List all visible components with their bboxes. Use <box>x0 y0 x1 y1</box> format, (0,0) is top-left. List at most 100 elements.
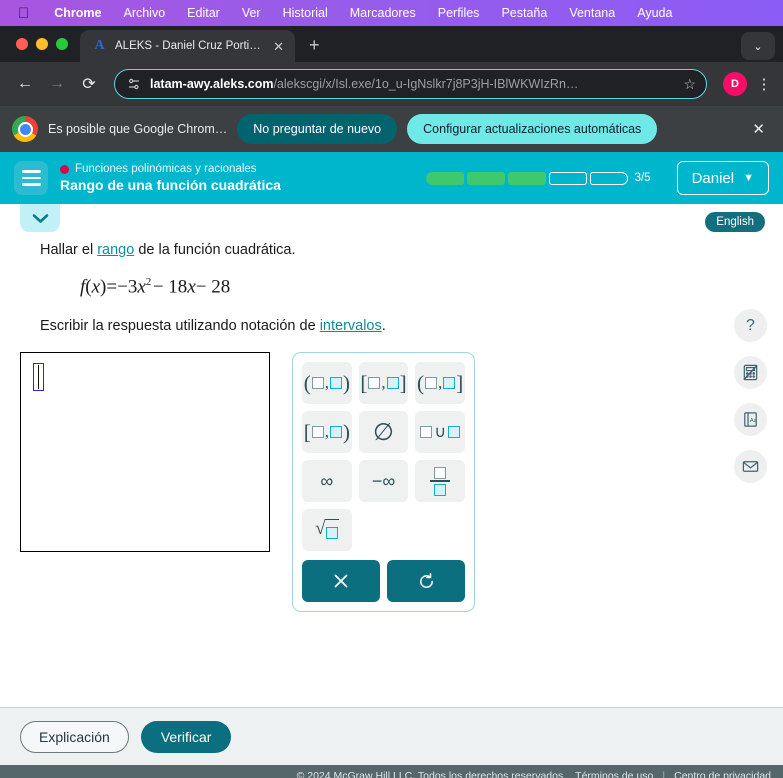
fraction-glyph <box>430 466 451 496</box>
progress-segment <box>589 171 628 185</box>
formula-term2-var: x <box>187 276 196 298</box>
apple-logo-icon[interactable]:  <box>10 6 43 21</box>
close-icon <box>334 574 348 588</box>
aleks-app: Funciones polinómicas y racionales Rango… <box>0 152 783 778</box>
site-settings-icon[interactable] <box>125 76 142 93</box>
menu-item-ayuda[interactable]: Ayuda <box>626 6 683 20</box>
profile-avatar[interactable]: D <box>723 72 747 96</box>
instruction-prefix: Escribir la respuesta utilizando notació… <box>40 318 320 335</box>
dont-ask-again-button[interactable]: No preguntar de nuevo <box>237 114 398 144</box>
close-infobar-icon[interactable]: ✕ <box>746 120 771 138</box>
closed-closed-interval-key[interactable]: [,] <box>358 362 409 405</box>
formula-term3: − 28 <box>195 276 231 298</box>
rango-link[interactable]: rango <box>97 242 134 258</box>
bookmark-star-icon[interactable]: ☆ <box>683 76 698 93</box>
copyright-text: © 2024 McGraw Hill LLC. Todos los derech… <box>296 769 567 778</box>
footer-separator: | <box>662 769 666 778</box>
browser-tab[interactable]: A ALEKS - Daniel Cruz Portillo - ✕ <box>80 30 295 62</box>
answer-input[interactable] <box>20 352 270 553</box>
progress-segment <box>466 171 505 185</box>
square-root-key[interactable]: √ <box>302 509 352 552</box>
close-tab-icon[interactable]: ✕ <box>270 38 287 55</box>
new-tab-button[interactable]: + <box>295 36 332 62</box>
formula-term1-var: x <box>137 276 146 298</box>
menu-item-chrome[interactable]: Chrome <box>43 6 112 20</box>
message-icon[interactable] <box>734 450 767 483</box>
minimize-window-button[interactable] <box>36 38 48 50</box>
instruction-line: Escribir la respuesta utilizando notació… <box>40 318 783 334</box>
help-icon[interactable]: ? <box>734 309 767 342</box>
chrome-menu-icon[interactable]: ⋮ <box>755 77 773 92</box>
answer-area: (,) [,] (,] [,) ∅ ∪ ∞ −∞ √ <box>0 352 783 613</box>
clear-button[interactable] <box>302 560 380 603</box>
formula-term2: − 18 <box>152 276 188 298</box>
privacy-center-link[interactable]: Centro de privacidad <box>674 770 771 778</box>
terms-of-use-link[interactable]: Términos de uso <box>575 770 653 778</box>
menu-item-ventana[interactable]: Ventana <box>558 6 626 20</box>
topic-status-dot-icon <box>60 164 69 174</box>
forward-button-icon[interactable]: → <box>42 69 72 99</box>
answer-caret-placeholder <box>33 363 44 392</box>
menu-item-pestana[interactable]: Pestaña <box>490 6 558 20</box>
dictionary-glyph: Aa <box>744 412 758 427</box>
menu-item-ver[interactable]: Ver <box>231 6 272 20</box>
tab-strip: A ALEKS - Daniel Cruz Portillo - ✕ + ⌄ <box>0 26 783 62</box>
open-open-interval-key[interactable]: (,) <box>302 362 352 405</box>
progress-segment <box>425 171 464 185</box>
window-controls <box>10 26 80 62</box>
reload-button-icon[interactable]: ⟳ <box>74 69 104 99</box>
intervalos-link[interactable]: intervalos <box>320 318 382 334</box>
calculator-glyph <box>743 364 758 381</box>
aleks-header: Funciones polinómicas y racionales Rango… <box>0 152 783 204</box>
macos-menu-bar:  Chrome Archivo Editar Ver Historial Ma… <box>0 0 783 26</box>
prompt-prefix: Hallar el <box>40 242 98 258</box>
keypad-spacer <box>415 509 465 551</box>
undo-button[interactable] <box>387 560 465 603</box>
user-name-label: Daniel <box>691 169 735 187</box>
hamburger-menu-icon[interactable] <box>14 161 48 195</box>
maximize-window-button[interactable] <box>56 38 68 50</box>
glossary-icon[interactable]: Aa <box>734 403 767 436</box>
menu-item-perfiles[interactable]: Perfiles <box>427 6 491 20</box>
action-footer: Explicación Verificar <box>0 707 783 765</box>
menu-item-editar[interactable]: Editar <box>176 6 231 20</box>
progress-indicator: 3/5 <box>425 171 651 185</box>
url-path: /alekscgi/x/Isl.exe/1o_u-IgNslkr7j8P3jH-… <box>273 77 579 91</box>
url-text: latam-awy.aleks.com/alekscgi/x/Isl.exe/1… <box>150 77 675 91</box>
closed-open-interval-key[interactable]: [,) <box>302 411 352 454</box>
menu-item-historial[interactable]: Historial <box>272 6 339 20</box>
menu-item-archivo[interactable]: Archivo <box>112 6 176 20</box>
question-content: English Hallar el rango de la función cu… <box>0 204 783 707</box>
formula-term1-coef: 3 <box>127 276 138 298</box>
collapse-panel-button[interactable] <box>20 204 60 232</box>
infinity-key[interactable]: ∞ <box>302 460 352 503</box>
fraction-key[interactable] <box>415 460 466 503</box>
keypad-row: (,) [,] (,] <box>302 362 466 405</box>
open-closed-interval-key[interactable]: (,] <box>415 362 466 405</box>
union-key[interactable]: ∪ <box>415 411 466 454</box>
infobar-message: Es posible que Google Chrom… <box>48 122 228 136</box>
envelope-glyph <box>742 461 759 472</box>
user-menu-button[interactable]: Daniel ▼ <box>676 161 769 195</box>
empty-set-key[interactable]: ∅ <box>358 411 409 454</box>
close-window-button[interactable] <box>16 38 28 50</box>
negative-infinity-key[interactable]: −∞ <box>358 460 409 503</box>
url-domain: latam-awy.aleks.com <box>150 77 274 91</box>
formula-term1-sign: − <box>117 276 128 298</box>
menu-item-marcadores[interactable]: Marcadores <box>339 6 427 20</box>
tab-title: ALEKS - Daniel Cruz Portillo - <box>115 40 263 52</box>
progress-segment <box>548 171 587 185</box>
math-keypad: (,) [,] (,] [,) ∅ ∪ ∞ −∞ √ <box>292 352 475 613</box>
copyright-bar: © 2024 McGraw Hill LLC. Todos los derech… <box>0 765 783 778</box>
calculator-disabled-icon[interactable] <box>734 356 767 389</box>
prompt-suffix: de la función cuadrática. <box>134 242 296 258</box>
tab-search-icon[interactable]: ⌄ <box>741 32 775 60</box>
verify-button[interactable]: Verificar <box>140 720 232 753</box>
back-button-icon[interactable]: ← <box>10 69 40 99</box>
configure-auto-updates-button[interactable]: Configurar actualizaciones automáticas <box>407 114 658 144</box>
undo-icon <box>419 572 433 588</box>
address-bar[interactable]: latam-awy.aleks.com/alekscgi/x/Isl.exe/1… <box>114 69 707 99</box>
explanation-button[interactable]: Explicación <box>20 720 129 753</box>
language-badge[interactable]: English <box>705 212 765 232</box>
keypad-spacer <box>359 509 409 551</box>
